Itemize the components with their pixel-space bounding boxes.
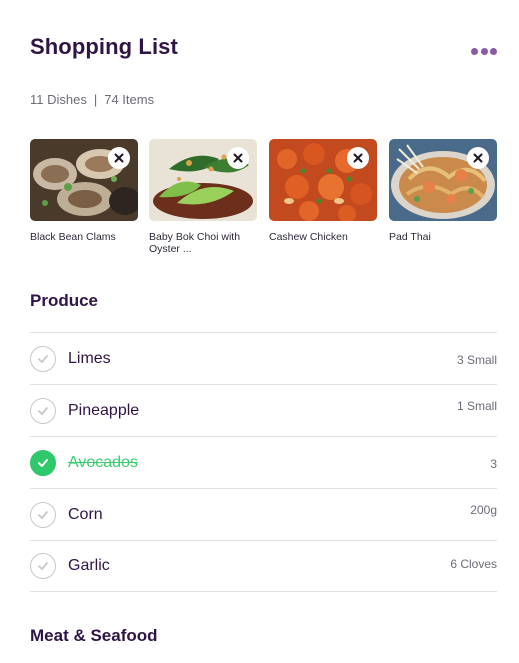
- close-icon: [353, 153, 363, 163]
- item-name: Pineapple: [68, 401, 140, 419]
- item-quantity: 3: [490, 457, 497, 471]
- item-name: Corn: [68, 505, 103, 523]
- dish-image: [389, 139, 497, 221]
- check-icon: [38, 458, 48, 467]
- separator: |: [93, 92, 98, 107]
- checkbox[interactable]: [30, 501, 56, 528]
- section-title-meat-seafood: Meat & Seafood: [30, 626, 158, 645]
- remove-dish-button[interactable]: [227, 147, 249, 169]
- dish-name: Cashew Chicken: [269, 231, 348, 243]
- dish-card[interactable]: Black Bean Clams: [30, 139, 138, 243]
- check-icon: [38, 562, 48, 570]
- checkbox-checked[interactable]: [30, 449, 56, 476]
- dish-image: [269, 139, 377, 221]
- check-icon: [38, 510, 48, 519]
- list-item[interactable]: Avocados 3: [30, 436, 497, 488]
- item-quantity: 3 Small: [456, 353, 497, 367]
- item-name: Avocados: [68, 453, 138, 471]
- checkbox[interactable]: [30, 397, 56, 424]
- list-item[interactable]: Garlic 6 Cloves: [30, 540, 497, 592]
- check-icon: [38, 406, 48, 415]
- page-title: Shopping List: [30, 34, 178, 59]
- dish-name: Pad Thai: [389, 231, 431, 243]
- remove-dish-button[interactable]: [347, 147, 369, 169]
- dish-name: Baby Bok Choi with Oyster ...: [149, 231, 241, 255]
- produce-list: Limes 3 Small Pineapple 1 Small Avocados…: [30, 332, 497, 592]
- dot: [480, 48, 488, 55]
- close-icon: [114, 153, 124, 163]
- dish-card[interactable]: Cashew Chicken: [269, 139, 377, 243]
- checkbox[interactable]: [30, 553, 56, 579]
- check-icon: [38, 354, 48, 363]
- dish-carousel: Black Bean Clams Baby Bok Choi with Oyst…: [30, 139, 500, 259]
- item-quantity: 200g: [470, 503, 497, 517]
- section-title-produce: Produce: [30, 291, 99, 310]
- more-options-icon[interactable]: [471, 48, 497, 56]
- dot: [490, 48, 497, 55]
- dish-card[interactable]: Pad Thai: [389, 139, 497, 243]
- list-summary: 11 Dishes | 74 Items: [30, 92, 154, 107]
- list-item[interactable]: Corn 200g: [30, 488, 497, 540]
- item-name: Garlic: [68, 557, 110, 574]
- dish-name: Black Bean Clams: [30, 231, 116, 243]
- close-icon: [233, 153, 243, 163]
- item-name: Limes: [68, 349, 111, 367]
- dish-image: [30, 139, 138, 221]
- list-item[interactable]: Pineapple 1 Small: [30, 384, 497, 436]
- dish-image: [149, 139, 257, 221]
- item-quantity: 1 Small: [456, 399, 497, 413]
- header: Shopping List: [30, 34, 497, 66]
- close-icon: [473, 153, 483, 163]
- dish-card[interactable]: Baby Bok Choi with Oyster ...: [149, 139, 257, 255]
- checkbox[interactable]: [30, 345, 56, 372]
- item-quantity: 6 Cloves: [450, 557, 497, 571]
- dish-count: 11 Dishes: [30, 92, 87, 107]
- list-item[interactable]: Limes 3 Small: [30, 332, 497, 384]
- remove-dish-button[interactable]: [108, 147, 130, 169]
- remove-dish-button[interactable]: [467, 147, 489, 169]
- dot: [471, 48, 478, 55]
- item-count: 74 Items: [104, 92, 155, 107]
